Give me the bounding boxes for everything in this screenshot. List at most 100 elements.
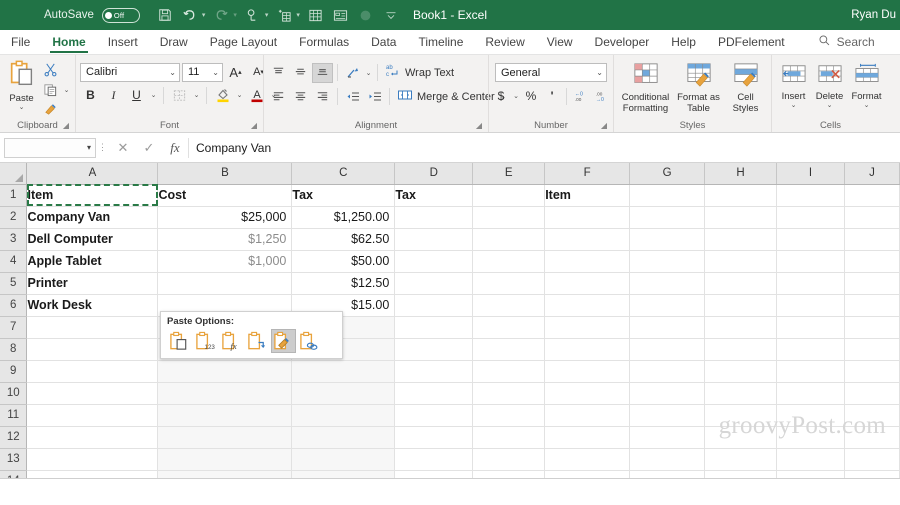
cell-H12[interactable]: [704, 426, 777, 449]
column-header-h[interactable]: H: [704, 163, 777, 185]
undo-icon[interactable]: [179, 4, 201, 26]
tab-pdfelement[interactable]: PDFelement: [707, 30, 796, 54]
form-icon[interactable]: [330, 4, 352, 26]
cell-I12[interactable]: [776, 426, 845, 449]
cell-F7[interactable]: [544, 316, 631, 339]
touch-mode-icon[interactable]: [242, 4, 264, 26]
cell-F14[interactable]: [544, 470, 631, 478]
cell-I3[interactable]: [776, 228, 845, 251]
row-header-6[interactable]: 6: [0, 294, 28, 317]
cell-I2[interactable]: [776, 206, 845, 229]
cell-G5[interactable]: [629, 272, 706, 295]
align-right-button[interactable]: [312, 87, 333, 107]
enter-formula-button[interactable]: ✓: [136, 138, 162, 158]
cell-E3[interactable]: [472, 228, 546, 251]
cell-J5[interactable]: [844, 272, 900, 295]
format-painter-button[interactable]: [39, 100, 61, 119]
cell-G12[interactable]: [629, 426, 706, 449]
cell-F12[interactable]: [544, 426, 631, 449]
cell-G8[interactable]: [629, 338, 706, 361]
cell-F11[interactable]: [544, 404, 631, 427]
insert-function-button[interactable]: fx: [162, 138, 188, 158]
paste-button[interactable]: Paste ⌄: [4, 58, 39, 111]
cell-H9[interactable]: [704, 360, 777, 383]
cell-E11[interactable]: [472, 404, 546, 427]
cell-F5[interactable]: [544, 272, 631, 295]
cell-F4[interactable]: [544, 250, 631, 273]
cell-G9[interactable]: [629, 360, 706, 383]
column-header-i[interactable]: I: [776, 163, 845, 185]
select-all-corner[interactable]: [0, 163, 28, 185]
cell-E9[interactable]: [472, 360, 546, 383]
undo-chevron-icon[interactable]: ▾: [202, 11, 206, 19]
column-header-a[interactable]: A: [26, 163, 159, 185]
insert-cells-button[interactable]: Insert ⌄: [776, 61, 811, 109]
cell-J1[interactable]: [844, 184, 900, 207]
name-box[interactable]: ▾: [4, 137, 96, 158]
cell-D3[interactable]: [394, 228, 474, 251]
clipboard-dialog-launcher[interactable]: ◢: [63, 119, 69, 132]
cell-A7[interactable]: [26, 316, 159, 339]
cell-B13[interactable]: [157, 448, 293, 471]
column-header-e[interactable]: E: [472, 163, 546, 185]
cell-J4[interactable]: [844, 250, 900, 273]
cell-C13[interactable]: [291, 448, 396, 471]
delete-cells-chevron-icon[interactable]: ⌄: [827, 102, 833, 109]
cell-H11[interactable]: [704, 404, 777, 427]
tab-view[interactable]: View: [536, 30, 584, 54]
row-header-10[interactable]: 10: [0, 382, 28, 405]
cell-E7[interactable]: [472, 316, 546, 339]
cell-I11[interactable]: [776, 404, 845, 427]
cell-B2[interactable]: $25,000: [157, 206, 293, 229]
cell-H1[interactable]: [704, 184, 777, 207]
name-box-chevron-icon[interactable]: ▾: [87, 143, 91, 152]
cell-J6[interactable]: [844, 294, 900, 317]
cell-C12[interactable]: [291, 426, 396, 449]
cell-A5[interactable]: Printer: [26, 272, 159, 295]
cell-D14[interactable]: [394, 470, 474, 478]
copy-chevron-icon[interactable]: ⌄: [62, 86, 71, 94]
tab-help[interactable]: Help: [660, 30, 707, 54]
cell-C14[interactable]: [291, 470, 396, 478]
cell-J3[interactable]: [844, 228, 900, 251]
decrease-indent-button[interactable]: [342, 87, 363, 107]
cell-H7[interactable]: [704, 316, 777, 339]
grow-font-button[interactable]: A ▴: [225, 62, 246, 82]
cell-C2[interactable]: $1,250.00: [291, 206, 396, 229]
touch-mode-chevron-icon[interactable]: ▾: [265, 11, 269, 19]
row-header-12[interactable]: 12: [0, 426, 28, 449]
tab-data[interactable]: Data: [360, 30, 407, 54]
cell-G2[interactable]: [629, 206, 706, 229]
cell-A6[interactable]: Work Desk: [26, 294, 159, 317]
cell-B14[interactable]: [157, 470, 293, 478]
row-header-2[interactable]: 2: [0, 206, 28, 229]
cell-G10[interactable]: [629, 382, 706, 405]
paste-chevron-icon[interactable]: ⌄: [19, 104, 25, 111]
cell-I14[interactable]: [776, 470, 845, 478]
cell-H4[interactable]: [704, 250, 777, 273]
cell-G1[interactable]: [629, 184, 706, 207]
cell-A2[interactable]: Company Van: [26, 206, 159, 229]
cell-E12[interactable]: [472, 426, 546, 449]
cell-D11[interactable]: [394, 404, 474, 427]
row-header-4[interactable]: 4: [0, 250, 28, 273]
tab-home[interactable]: Home: [41, 30, 96, 54]
borders-chevron-icon[interactable]: ⌄: [192, 91, 201, 99]
cell-C3[interactable]: $62.50: [291, 228, 396, 251]
align-middle-button[interactable]: [290, 63, 311, 83]
percent-button[interactable]: %: [521, 86, 542, 106]
cell-J10[interactable]: [844, 382, 900, 405]
cell-I10[interactable]: [776, 382, 845, 405]
row-header-8[interactable]: 8: [0, 338, 28, 361]
align-top-button[interactable]: [268, 63, 289, 83]
number-format-chevron-icon[interactable]: ⌄: [596, 68, 603, 77]
borders-button[interactable]: [169, 85, 190, 105]
cell-E1[interactable]: [472, 184, 546, 207]
cell-D6[interactable]: [394, 294, 474, 317]
cell-I9[interactable]: [776, 360, 845, 383]
font-size-chevron-icon[interactable]: ⌄: [212, 68, 219, 77]
table-icon[interactable]: [305, 4, 327, 26]
cell-G7[interactable]: [629, 316, 706, 339]
increase-decimal-button[interactable]: ←0.00: [570, 86, 591, 106]
cell-I7[interactable]: [776, 316, 845, 339]
